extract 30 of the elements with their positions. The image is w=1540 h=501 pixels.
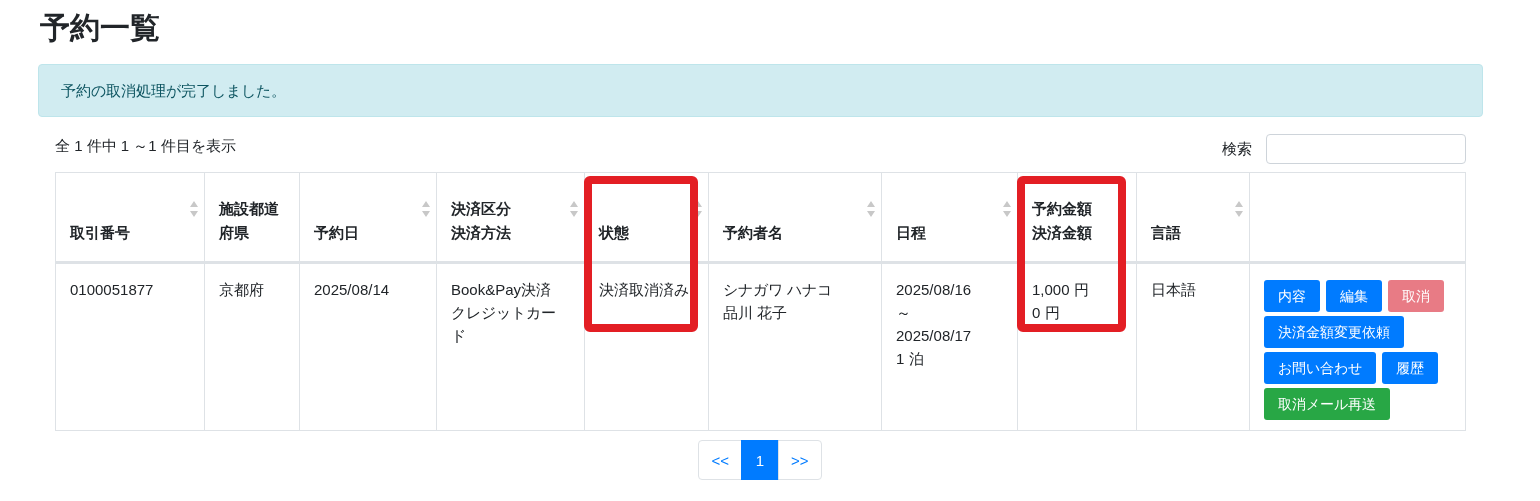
column-header[interactable]: 予約日	[299, 172, 437, 263]
column-header: 予約金額 決済金額	[1017, 172, 1137, 263]
action-button[interactable]: 編集	[1326, 280, 1382, 312]
column-header[interactable]: 予約者名	[708, 172, 882, 263]
action-button[interactable]: 内容	[1264, 280, 1320, 312]
page-link[interactable]: 1	[741, 440, 779, 480]
action-button[interactable]: お問い合わせ	[1264, 352, 1376, 384]
table-cell: 0100051877	[55, 262, 205, 431]
alert-message: 予約の取消処理が完了しました。	[61, 82, 286, 99]
table-cell: 2025/08/14	[299, 262, 437, 431]
table-cell: 1,000 円 0 円	[1017, 262, 1137, 431]
result-count: 全 1 件中 1 ～1 件目を表示	[55, 137, 236, 156]
table-cell: 京都府	[204, 262, 300, 431]
search-label: 検索	[1222, 139, 1252, 159]
column-header[interactable]: 取引番号	[55, 172, 205, 263]
table-cell: 決済取消済み	[584, 262, 709, 431]
column-header[interactable]: 状態	[584, 172, 709, 263]
table-cell: シナガワ ハナコ 品川 花子	[708, 262, 882, 431]
column-header[interactable]: 言語	[1136, 172, 1250, 263]
page-link[interactable]: <<	[698, 440, 742, 480]
action-button[interactable]: 履歴	[1382, 352, 1438, 384]
page-link[interactable]: >>	[778, 440, 822, 480]
column-header[interactable]: 決済区分 決済方法	[436, 172, 585, 263]
page-title: 予約一覧	[40, 10, 161, 46]
action-button[interactable]: 取消メール再送	[1264, 388, 1390, 420]
column-header[interactable]: 日程	[881, 172, 1018, 263]
action-button[interactable]: 決済金額変更依頼	[1264, 316, 1404, 348]
column-header: 施設都道 府県	[204, 172, 300, 263]
search-field[interactable]	[1266, 134, 1466, 164]
table-cell: 日本語	[1136, 262, 1250, 431]
